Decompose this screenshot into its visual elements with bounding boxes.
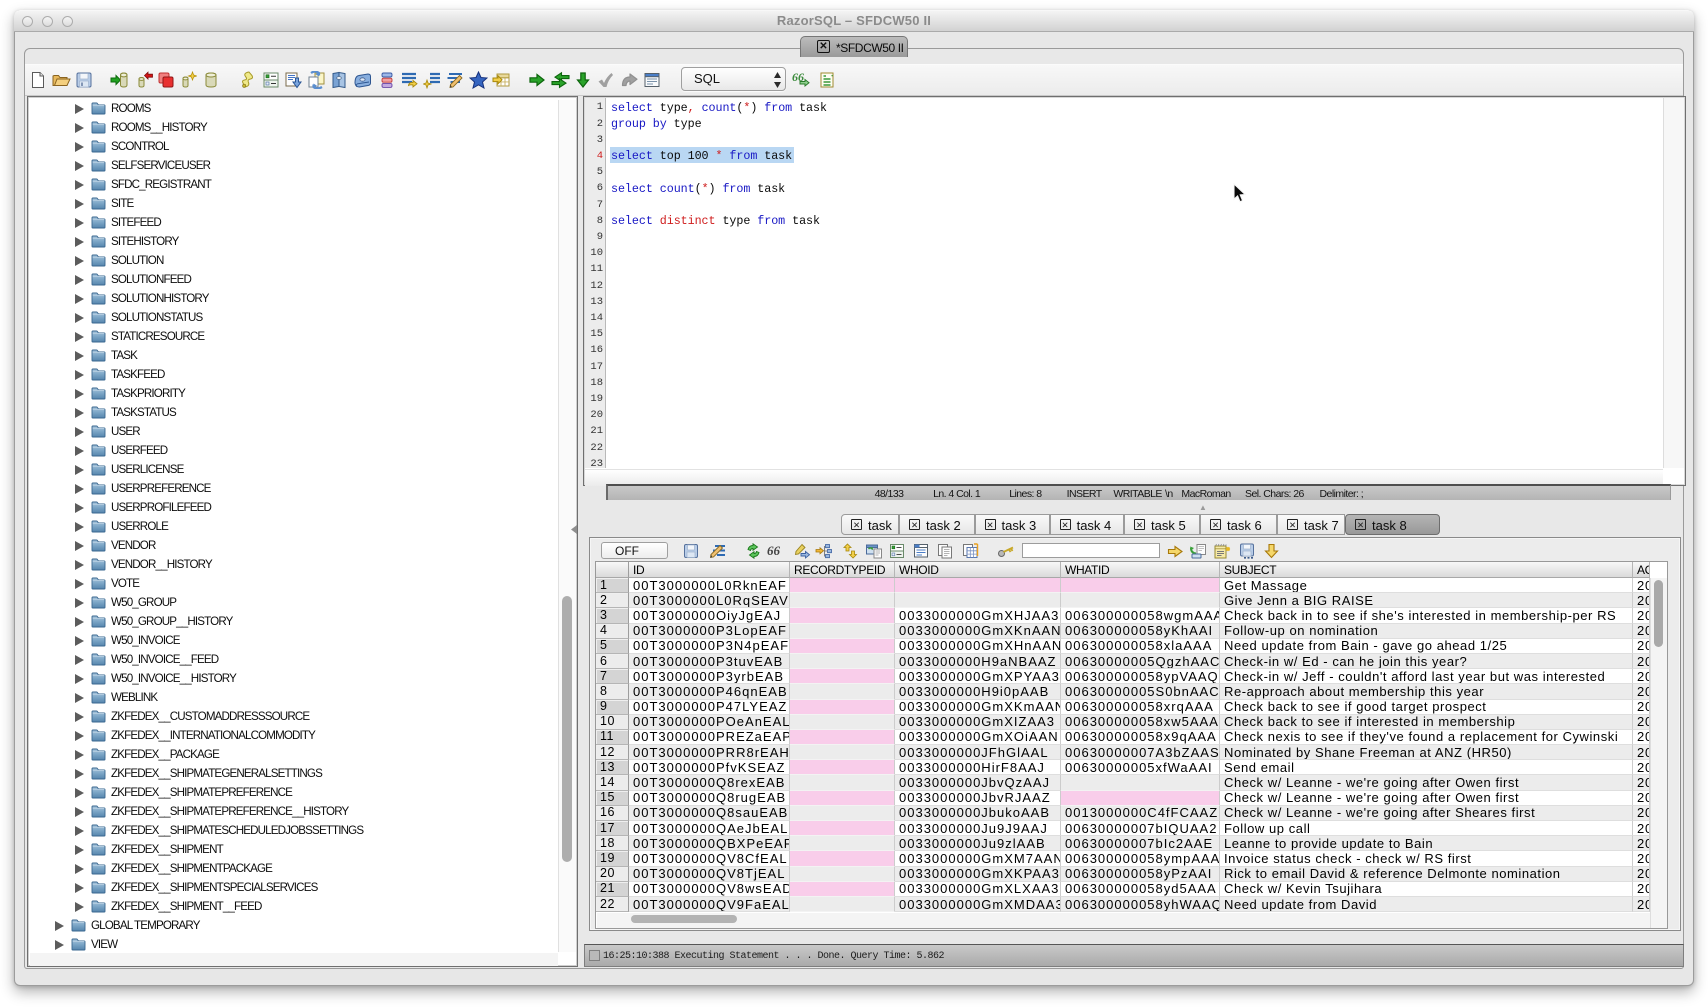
svg-text:66: 66	[767, 544, 781, 558]
